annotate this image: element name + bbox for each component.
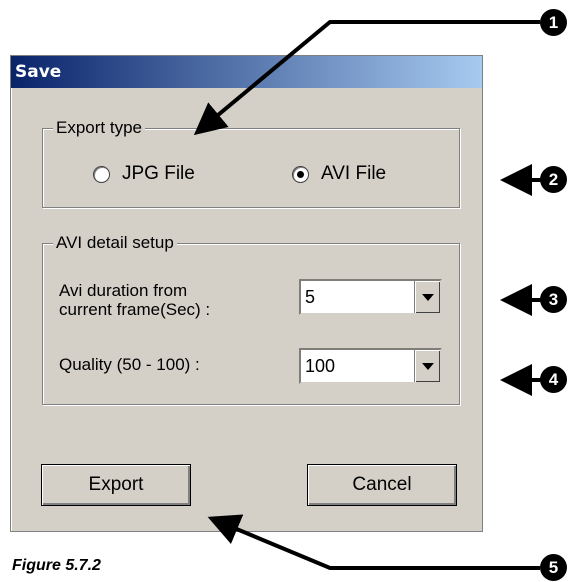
callout-badge-2: 2 [540, 166, 567, 193]
callout-badge-3: 3 [540, 286, 567, 313]
callout-badge-1: 1 [540, 9, 567, 36]
callout-badge-5: 5 [540, 554, 567, 581]
callout-arrow-1 [193, 20, 540, 136]
callout-badge-4: 4 [540, 366, 567, 393]
callout-arrow-5 [207, 514, 540, 570]
callout-arrows [193, 20, 542, 570]
